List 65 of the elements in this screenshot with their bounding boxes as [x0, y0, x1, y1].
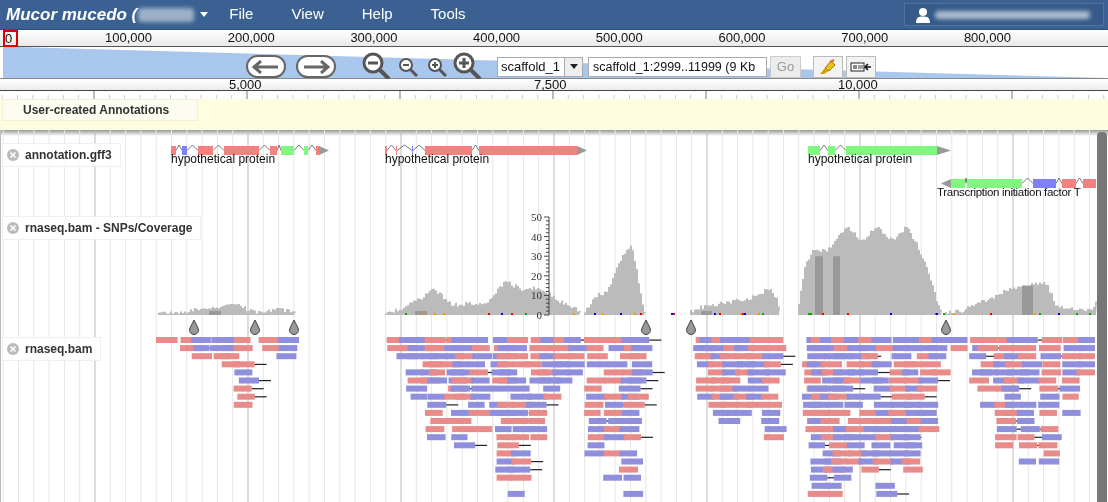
- track-label: rnaseq.bam: [25, 341, 93, 358]
- marker-icon[interactable]: [189, 319, 199, 335]
- feature-label: hypothetical protein: [171, 153, 276, 165]
- gene-model-drawing[interactable]: [941, 177, 1096, 188]
- marker-icon[interactable]: [289, 319, 299, 335]
- ruler-label: 700,000: [841, 30, 889, 46]
- scrollbar[interactable]: [1097, 132, 1107, 502]
- coverage-bar: [701, 311, 712, 315]
- menu-item[interactable]: View: [282, 3, 333, 26]
- ruler-label: 400,000: [473, 30, 521, 46]
- ruler-label: 300,000: [350, 30, 398, 46]
- user-icon: [915, 6, 931, 23]
- gene-model-drawing[interactable]: [808, 144, 951, 155]
- coverage-bar: [1022, 285, 1033, 315]
- right-arrow-icon: [302, 59, 330, 74]
- gene-model-drawing[interactable]: [385, 144, 587, 155]
- app-title: Mucor mucedo (: [6, 3, 138, 26]
- coverage-bar: [815, 256, 823, 315]
- ruler-label: 200,000: [227, 30, 275, 46]
- marker-icon[interactable]: [686, 319, 696, 335]
- axis-label: 20: [531, 269, 542, 282]
- menu-item[interactable]: Tools: [421, 3, 475, 26]
- caret-icon[interactable]: [200, 12, 209, 17]
- feature-label: hypothetical protein: [808, 153, 913, 165]
- blurred-name: [138, 7, 195, 22]
- menu-item[interactable]: File: [220, 3, 263, 26]
- marker-icon[interactable]: [250, 319, 260, 335]
- ruler-label: 500,000: [595, 30, 643, 46]
- ruler-label: 600,000: [718, 30, 766, 46]
- axis-label: 30: [531, 250, 542, 263]
- track-label: rnaseq.bam - SNPs/Coverage: [25, 220, 193, 237]
- ruler-label: 7,500: [534, 78, 567, 91]
- ruler-label: 100,000: [105, 30, 152, 46]
- coverage-area: [584, 245, 646, 315]
- axis-label: 10: [531, 289, 542, 302]
- track-label: User-created Annotations: [2, 99, 198, 121]
- axis-label: 50: [531, 211, 542, 223]
- marker-icon[interactable]: [941, 319, 951, 335]
- menu-item[interactable]: Help: [352, 3, 402, 26]
- marker-icon[interactable]: [641, 319, 651, 335]
- user-menu[interactable]: [904, 3, 1104, 26]
- axis-label: 0: [536, 309, 542, 321]
- reference-dropdown[interactable]: scaffold_1: [497, 56, 583, 77]
- panel-arrow-icon: [850, 60, 872, 73]
- feature-label: hypothetical protein: [385, 153, 490, 165]
- track-label: annotation.gff3: [25, 147, 112, 164]
- zoom-in-icon[interactable]: [427, 56, 447, 77]
- ruler-label: 5,000: [229, 78, 262, 91]
- ruler-label: 800,000: [963, 30, 1011, 46]
- coverage-bar: [833, 256, 840, 315]
- caret-icon: [569, 64, 578, 69]
- reference-value: scaffold_1: [500, 57, 562, 76]
- zoom-out-icon[interactable]: [398, 56, 418, 77]
- feature-label: Transcription initiation factor T: [937, 186, 1081, 198]
- location-field[interactable]: scaffold_1:2999..11999 (9 Kb: [588, 56, 767, 77]
- highlighter-icon: [819, 58, 837, 75]
- axis-label: 40: [531, 230, 542, 243]
- left-arrow-icon: [252, 59, 280, 74]
- coverage-bar: [209, 311, 221, 315]
- ruler-label: 10,000: [838, 78, 878, 91]
- pan-left-button[interactable]: [246, 55, 286, 78]
- track-selector-button[interactable]: [846, 55, 876, 78]
- pan-right-button[interactable]: [296, 55, 336, 78]
- gene-model-drawing[interactable]: [171, 144, 329, 155]
- coverage-bar: [415, 311, 427, 315]
